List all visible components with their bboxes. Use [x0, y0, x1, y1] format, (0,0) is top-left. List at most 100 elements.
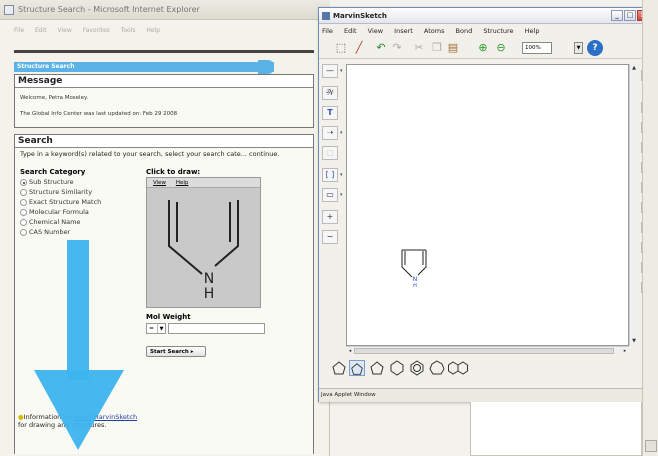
scroll-thumb[interactable] — [354, 348, 614, 354]
redo-icon[interactable]: ↷ — [389, 41, 405, 55]
chevron-down-icon[interactable]: ▾ — [340, 68, 344, 74]
rgroup-tool[interactable]: ▢ — [322, 146, 338, 160]
ie-window: Structure Search - Microsoft Internet Ex… — [0, 0, 330, 456]
ie-menu-edit[interactable]: Edit — [35, 27, 47, 34]
zoom-select[interactable]: 100% — [522, 42, 552, 54]
chevron-down-icon[interactable]: ▼ — [574, 42, 583, 54]
browser-scrollbar[interactable] — [642, 0, 658, 456]
marvin-toolbar: ⬚ ╱ ↶ ↷ ✂ ❐ ▤ ⊕ ⊖ 100% ▼ ? — [319, 37, 651, 59]
mol-weight-operator-select[interactable]: = ▼ — [146, 323, 166, 334]
search-heading: Search — [15, 135, 313, 148]
marvin-menu-bond[interactable]: Bond — [456, 27, 473, 35]
eraser-icon[interactable]: ╱ — [351, 41, 367, 55]
zoom-out-icon[interactable]: ⊖ — [493, 41, 509, 55]
pyrrole-template-selected[interactable] — [349, 360, 365, 376]
search-intro: Type in a keyword(s) related to your sea… — [20, 150, 280, 158]
chevron-down-icon[interactable]: ▾ — [340, 192, 344, 198]
canvas-n-label: N — [413, 276, 418, 283]
scroll-down-icon[interactable] — [645, 440, 657, 452]
charge-minus-tool[interactable]: − — [322, 230, 338, 244]
ie-menu-bar: File Edit View Favorites Tools Help — [0, 20, 330, 42]
naphthalene-icon[interactable] — [448, 360, 468, 376]
select-tool-icon[interactable]: ⬚ — [333, 41, 349, 55]
message-panel: Message Welcome, Petra Moseley. The Glob… — [14, 74, 314, 128]
start-search-button[interactable]: Start Search ▸ — [146, 346, 206, 357]
paste-icon[interactable]: ▤ — [445, 41, 461, 55]
zoom-in-icon[interactable]: ⊕ — [475, 41, 491, 55]
category-sub-structure[interactable]: Sub Structure — [20, 178, 74, 186]
category-molecular-formula[interactable]: Molecular Formula — [20, 208, 89, 216]
marvin-menu-file[interactable]: File — [322, 27, 333, 35]
copy-icon[interactable]: ❐ — [429, 41, 445, 55]
radio-icon[interactable] — [20, 188, 27, 196]
scroll-left-icon[interactable]: ◂ — [346, 347, 354, 355]
draw-menu-view[interactable]: View — [153, 180, 166, 186]
pentagon-icon[interactable] — [369, 360, 385, 376]
maximize-button[interactable]: □ — [624, 10, 636, 21]
radio-icon[interactable] — [20, 178, 27, 186]
undo-icon[interactable]: ↶ — [373, 41, 389, 55]
chevron-down-icon[interactable]: ▾ — [340, 130, 344, 136]
single-bond-tool[interactable]: — — [322, 64, 338, 78]
marvin-menu-bar: File Edit View Insert Atoms Bond Structu… — [319, 25, 651, 37]
arrow-right-icon: ▸ — [190, 349, 194, 355]
mol-weight-input[interactable] — [168, 323, 265, 334]
draw-menu-help[interactable]: Help — [176, 180, 189, 186]
charge-plus-tool[interactable]: + — [322, 210, 338, 224]
marvin-menu-view[interactable]: View — [368, 27, 383, 35]
chevron-down-icon[interactable]: ▾ — [340, 172, 344, 178]
chain-tool[interactable]: 𝒲 — [322, 86, 338, 100]
cyclopentane-icon[interactable] — [331, 360, 347, 376]
radio-icon[interactable] — [20, 218, 27, 226]
ie-title-bar: Structure Search - Microsoft Internet Ex… — [0, 0, 330, 20]
scroll-right-icon[interactable]: ▸ — [621, 347, 629, 355]
draw-menu: View Help — [147, 178, 260, 188]
bracket-tool[interactable]: [ ] — [322, 168, 338, 182]
text-tool[interactable]: T — [322, 106, 338, 120]
canvas-horizontal-scrollbar[interactable]: ◂ ▸ — [346, 346, 629, 354]
header-divider — [14, 50, 314, 53]
benzene-icon[interactable] — [409, 360, 425, 376]
marvin-menu-edit[interactable]: Edit — [344, 27, 357, 35]
ie-menu-file[interactable]: File — [14, 27, 24, 34]
marvin-menu-atoms[interactable]: Atoms — [424, 27, 445, 35]
marvin-menu-insert[interactable]: Insert — [394, 27, 413, 35]
marvinsketch-link[interactable]: MarvinSketch — [93, 413, 137, 421]
cut-icon[interactable]: ✂ — [411, 41, 427, 55]
ie-menu-tools[interactable]: Tools — [121, 27, 136, 34]
category-chemical-name[interactable]: Chemical Name — [20, 218, 80, 226]
radio-icon[interactable] — [20, 228, 27, 236]
cycloheptane-icon[interactable] — [429, 360, 445, 376]
marvin-app-icon — [322, 12, 330, 20]
category-exact-match[interactable]: Exact Structure Match — [20, 198, 101, 206]
rectangle-tool[interactable]: ▭ — [322, 188, 338, 202]
scroll-down-icon[interactable]: ▼ — [630, 337, 638, 345]
cyclohexane-icon[interactable] — [389, 360, 405, 376]
help-icon[interactable]: ? — [587, 40, 603, 56]
marvin-title-bar: MarvinSketch _ □ × — [319, 8, 651, 24]
radio-icon[interactable] — [20, 198, 27, 206]
ie-menu-help[interactable]: Help — [146, 27, 160, 34]
ie-menu-favorites[interactable]: Favorites — [83, 27, 110, 34]
marvin-menu-help[interactable]: Help — [525, 27, 540, 35]
ie-menu-view[interactable]: View — [58, 27, 72, 34]
pyrrole-icon — [351, 363, 363, 375]
category-heading: Search Category — [20, 168, 86, 176]
canvas-h-label: H — [413, 283, 417, 289]
category-structure-similarity[interactable]: Structure Similarity — [20, 188, 92, 196]
sketch-canvas[interactable]: N H — [346, 64, 629, 346]
marvin-menu-structure[interactable]: Structure — [483, 27, 513, 35]
minimize-button[interactable]: _ — [611, 10, 623, 21]
background-page-area — [470, 402, 642, 456]
pyrrole-structure: N H — [168, 200, 239, 302]
ie-window-title: Structure Search - Microsoft Internet Ex… — [18, 5, 200, 14]
canvas-vertical-scrollbar[interactable]: ▲ ▼ — [629, 64, 637, 346]
applet-status-bar: Java Applet Window — [319, 388, 651, 402]
using-link[interactable]: using — [74, 413, 92, 421]
structure-draw-area[interactable]: View Help N H — [146, 177, 261, 308]
reaction-arrow-tool[interactable]: ➝ — [322, 126, 338, 140]
category-cas-number[interactable]: CAS Number — [20, 228, 70, 236]
scroll-up-icon[interactable]: ▲ — [630, 64, 638, 72]
radio-icon[interactable] — [20, 208, 27, 216]
hydrogen-label: H — [204, 286, 215, 302]
